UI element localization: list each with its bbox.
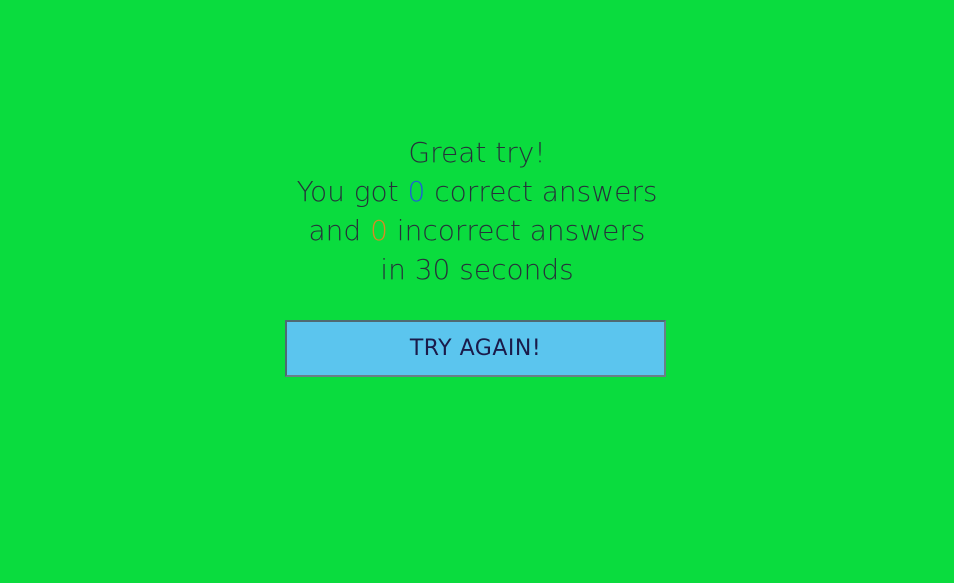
result-summary: Great try! You got 0 correct answers and…: [0, 133, 954, 289]
correct-answers-line: You got 0 correct answers: [0, 172, 954, 211]
incorrect-prefix: and: [308, 214, 371, 247]
try-again-button[interactable]: TRY AGAIN!: [285, 320, 666, 377]
time-line: in 30 seconds: [380, 253, 574, 286]
correct-count: 0: [407, 175, 426, 208]
incorrect-count: 0: [370, 214, 388, 247]
result-heading: Great try!: [408, 136, 546, 169]
incorrect-answers-line: and 0 incorrect answers: [0, 211, 954, 250]
incorrect-suffix: incorrect answers: [387, 214, 646, 247]
correct-suffix: correct answers: [425, 175, 658, 208]
correct-prefix: You got: [296, 175, 408, 208]
